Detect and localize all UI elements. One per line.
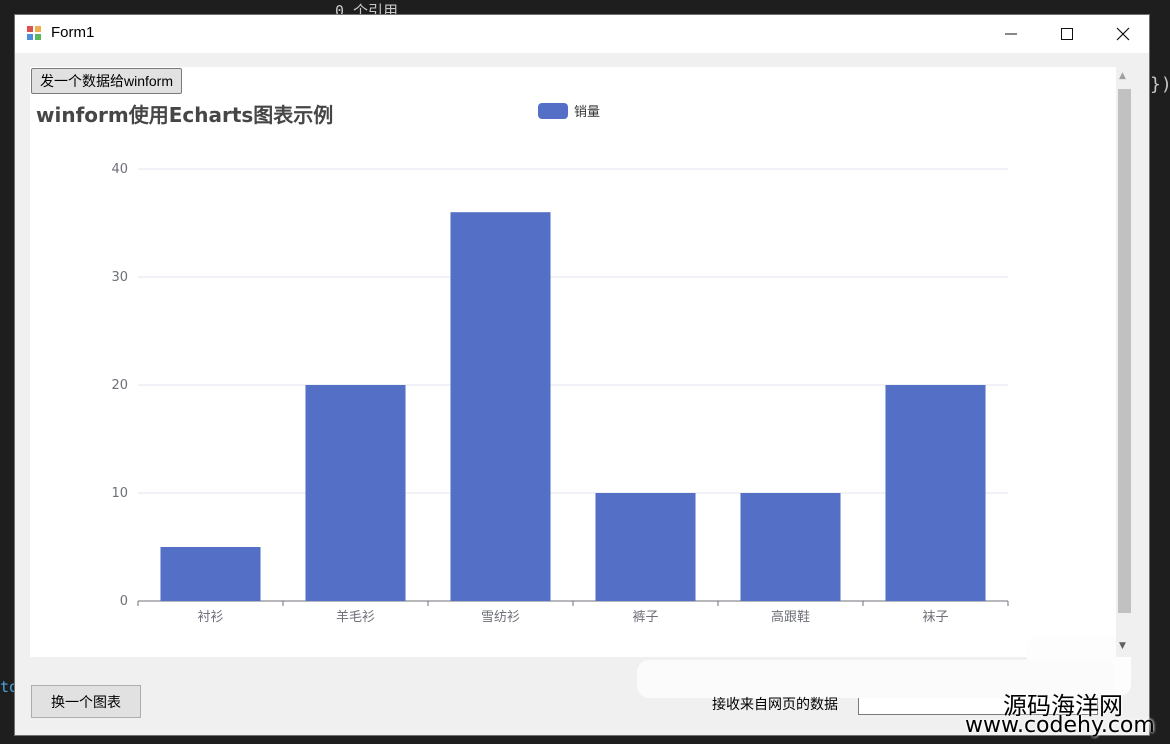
title-bar[interactable]: Form1: [15, 15, 1149, 53]
scroll-thumb[interactable]: [1118, 89, 1131, 613]
x-tick-label: 衬衫: [197, 610, 223, 625]
maximize-button[interactable]: [1039, 15, 1095, 53]
app-icon: [27, 26, 41, 40]
background-code-brace: }): [1150, 74, 1170, 95]
y-tick-label: 30: [111, 270, 128, 285]
watermark-url: www.codehy.com: [965, 713, 1155, 738]
y-tick-label: 20: [111, 378, 128, 393]
x-tick-label: 羊毛衫: [336, 609, 375, 625]
vertical-scrollbar[interactable]: ▲ ▼: [1116, 67, 1133, 657]
x-tick-label: 裤子: [632, 610, 658, 625]
switch-chart-button[interactable]: 换一个图表: [31, 685, 141, 718]
x-tick-label: 雪纺衫: [481, 610, 520, 625]
maximize-icon: [1061, 28, 1073, 40]
bar: [450, 212, 551, 601]
bar: [885, 385, 986, 601]
window-title: Form1: [51, 24, 95, 41]
y-tick-label: 40: [111, 162, 128, 177]
x-tick-label: 高跟鞋: [771, 609, 810, 625]
scroll-up-icon[interactable]: ▲: [1119, 71, 1126, 81]
scroll-down-icon[interactable]: ▼: [1119, 641, 1126, 651]
bar: [305, 385, 406, 601]
y-tick-label: 0: [120, 594, 128, 609]
close-button[interactable]: [1095, 15, 1151, 53]
bar: [740, 493, 841, 601]
web-browser-panel: 发一个数据给winform winform使用Echarts图表示例 销量 01…: [30, 67, 1131, 695]
received-data-label: 接收来自网页的数据: [712, 697, 838, 713]
x-tick-label: 袜子: [922, 610, 948, 625]
form-window: Form1 发一个数据给winform winform使用Echarts图表示例…: [14, 14, 1150, 736]
minimize-icon: [1005, 33, 1017, 35]
bar: [160, 547, 261, 601]
bar-chart: 0 10 20 30 40 衬衫 羊毛衫 雪纺衫 裤子 高跟鞋 袜子: [111, 162, 1009, 625]
close-icon: [1116, 27, 1130, 41]
minimize-button[interactable]: [983, 15, 1039, 53]
bar: [595, 493, 696, 601]
y-tick-label: 10: [111, 486, 128, 501]
